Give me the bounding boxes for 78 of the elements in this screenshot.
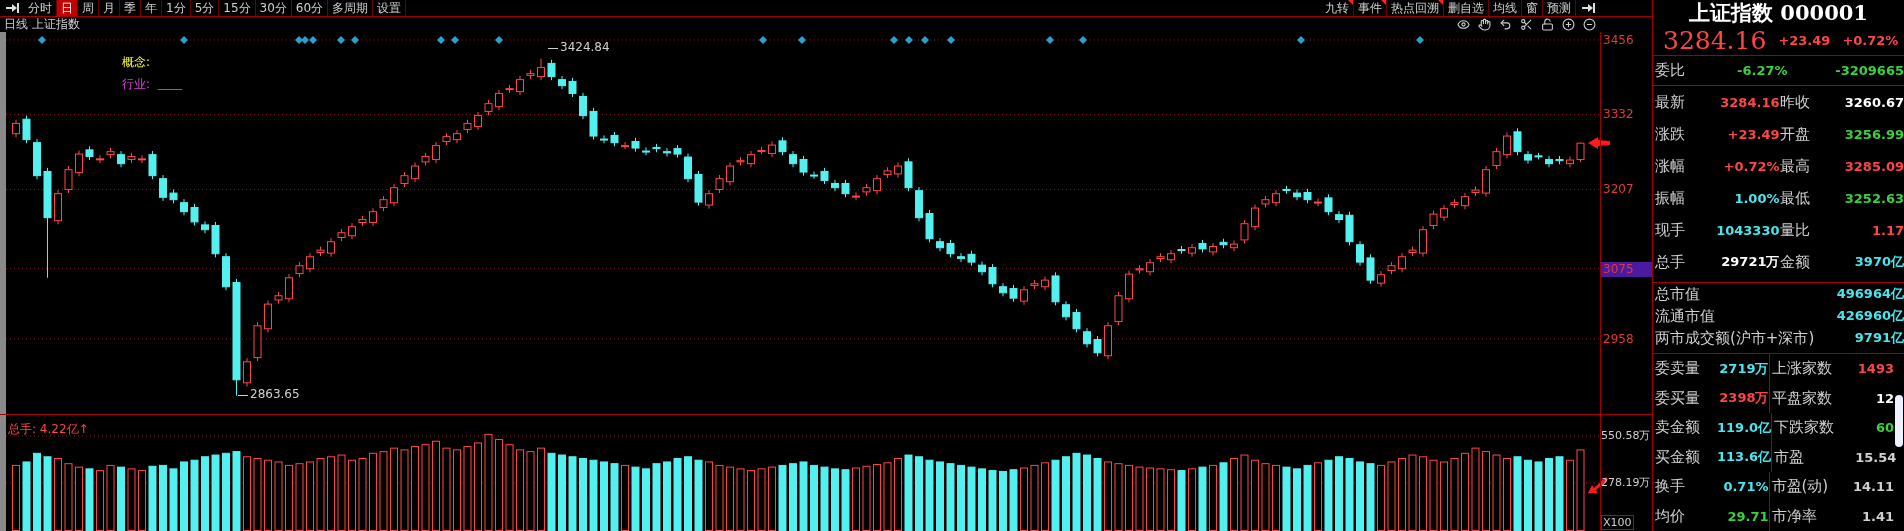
- concept-label: 概念:: [122, 54, 151, 71]
- field-value: -6.27%: [1736, 63, 1789, 78]
- field-value: 60: [1874, 420, 1895, 436]
- industry-value: ____: [158, 76, 182, 90]
- field-label: 均价: [1655, 506, 1686, 526]
- field-value: 3970亿: [1853, 253, 1904, 271]
- field-label: 最低: [1779, 188, 1811, 208]
- field-value: 2719万: [1718, 359, 1769, 378]
- low-price-label: 2863.65: [250, 387, 300, 401]
- field-value: 1493: [1856, 361, 1895, 377]
- field-value: 3256.99: [1843, 126, 1904, 142]
- field-label: 下跌家数: [1774, 418, 1835, 438]
- field-value: 1043330: [1715, 222, 1780, 238]
- high-price-label: 3424.84: [560, 40, 610, 54]
- field-label: 现手: [1655, 220, 1686, 240]
- price-tick-label: 3207: [1602, 182, 1635, 198]
- period-tab[interactable]: 日: [57, 0, 78, 16]
- field-label: 金额: [1779, 252, 1811, 272]
- field-value: 3260.67: [1843, 94, 1904, 110]
- price-tick-label: 2958: [1602, 331, 1635, 347]
- quote-title: 上证指数 000001: [1688, 0, 1869, 26]
- field-value: 113.6亿: [1717, 448, 1772, 467]
- field-label: 总市值: [1655, 284, 1700, 304]
- field-value: +23.49: [1726, 126, 1780, 142]
- period-label: 日线: [4, 16, 28, 33]
- field-label: 最新: [1655, 92, 1686, 112]
- volume-tick-label: 278.19万: [1601, 474, 1651, 490]
- price-tick-label: 3456: [1602, 33, 1635, 48]
- field-label: 涨跌: [1655, 124, 1686, 144]
- scale-label: X100: [1601, 515, 1634, 530]
- field-label: 昨收: [1779, 92, 1811, 112]
- volume-tick-label: 550.58万: [1601, 427, 1651, 443]
- field-label: 市净率: [1771, 506, 1817, 526]
- field-value: 496964亿: [1836, 285, 1904, 303]
- last-price: 3284.16: [1663, 26, 1767, 55]
- field-label: 最高: [1779, 156, 1811, 176]
- field-label: 换手: [1655, 477, 1686, 497]
- field-label: 卖金额: [1655, 418, 1701, 438]
- field-value: 1.41: [1860, 508, 1895, 524]
- volume-label: 总手: 4.22亿↑: [8, 421, 89, 438]
- field-label: 流通市值: [1655, 306, 1715, 326]
- price-tick-label: 3332: [1602, 107, 1635, 123]
- field-value: 3252.63: [1843, 190, 1904, 206]
- field-label: 涨幅: [1655, 156, 1686, 176]
- field-label: 委卖量: [1655, 359, 1701, 379]
- field-value: 3284.16: [1719, 94, 1780, 110]
- index-name: 上证指数: [32, 16, 80, 33]
- field-label: 委买量: [1655, 388, 1701, 408]
- field-value: +0.72%: [1722, 158, 1780, 174]
- field-label: 振幅: [1655, 188, 1686, 208]
- field-label: 上涨家数: [1771, 359, 1832, 379]
- field-value: 9791亿: [1854, 329, 1904, 347]
- price-tick-label: 3075: [1601, 261, 1652, 277]
- field-value: 119.0亿: [1717, 418, 1772, 437]
- field-value: 14.11: [1852, 479, 1895, 495]
- field-value: 1.17: [1870, 222, 1904, 238]
- price-change-percent: +0.72%: [1842, 33, 1899, 48]
- field-label: 两市成交额(沪市+深市): [1655, 328, 1815, 348]
- field-value: 3285.09: [1843, 158, 1904, 174]
- field-label: 总手: [1655, 252, 1686, 272]
- field-value: -3209665: [1834, 63, 1904, 78]
- field-label: 市盈: [1774, 447, 1805, 467]
- field-value: 29.71: [1726, 508, 1769, 524]
- field-label: 市盈(动): [1771, 477, 1829, 497]
- field-value: 12: [1874, 390, 1895, 406]
- field-value: 29721万: [1720, 253, 1780, 271]
- field-label: 平盘家数: [1771, 388, 1832, 408]
- field-value: 15.54: [1855, 449, 1898, 465]
- field-value: 1.00%: [1733, 190, 1780, 206]
- field-label: 委比: [1655, 61, 1686, 80]
- field-value: 426960亿: [1836, 307, 1904, 325]
- field-label: 量比: [1779, 220, 1811, 240]
- field-label: 买金额: [1655, 447, 1701, 467]
- price-change: +23.49: [1778, 33, 1831, 48]
- industry-label: 行业:: [122, 76, 151, 93]
- field-value: 0.71%: [1722, 479, 1769, 495]
- field-label: 开盘: [1779, 124, 1811, 144]
- field-value: 2398万: [1718, 389, 1769, 408]
